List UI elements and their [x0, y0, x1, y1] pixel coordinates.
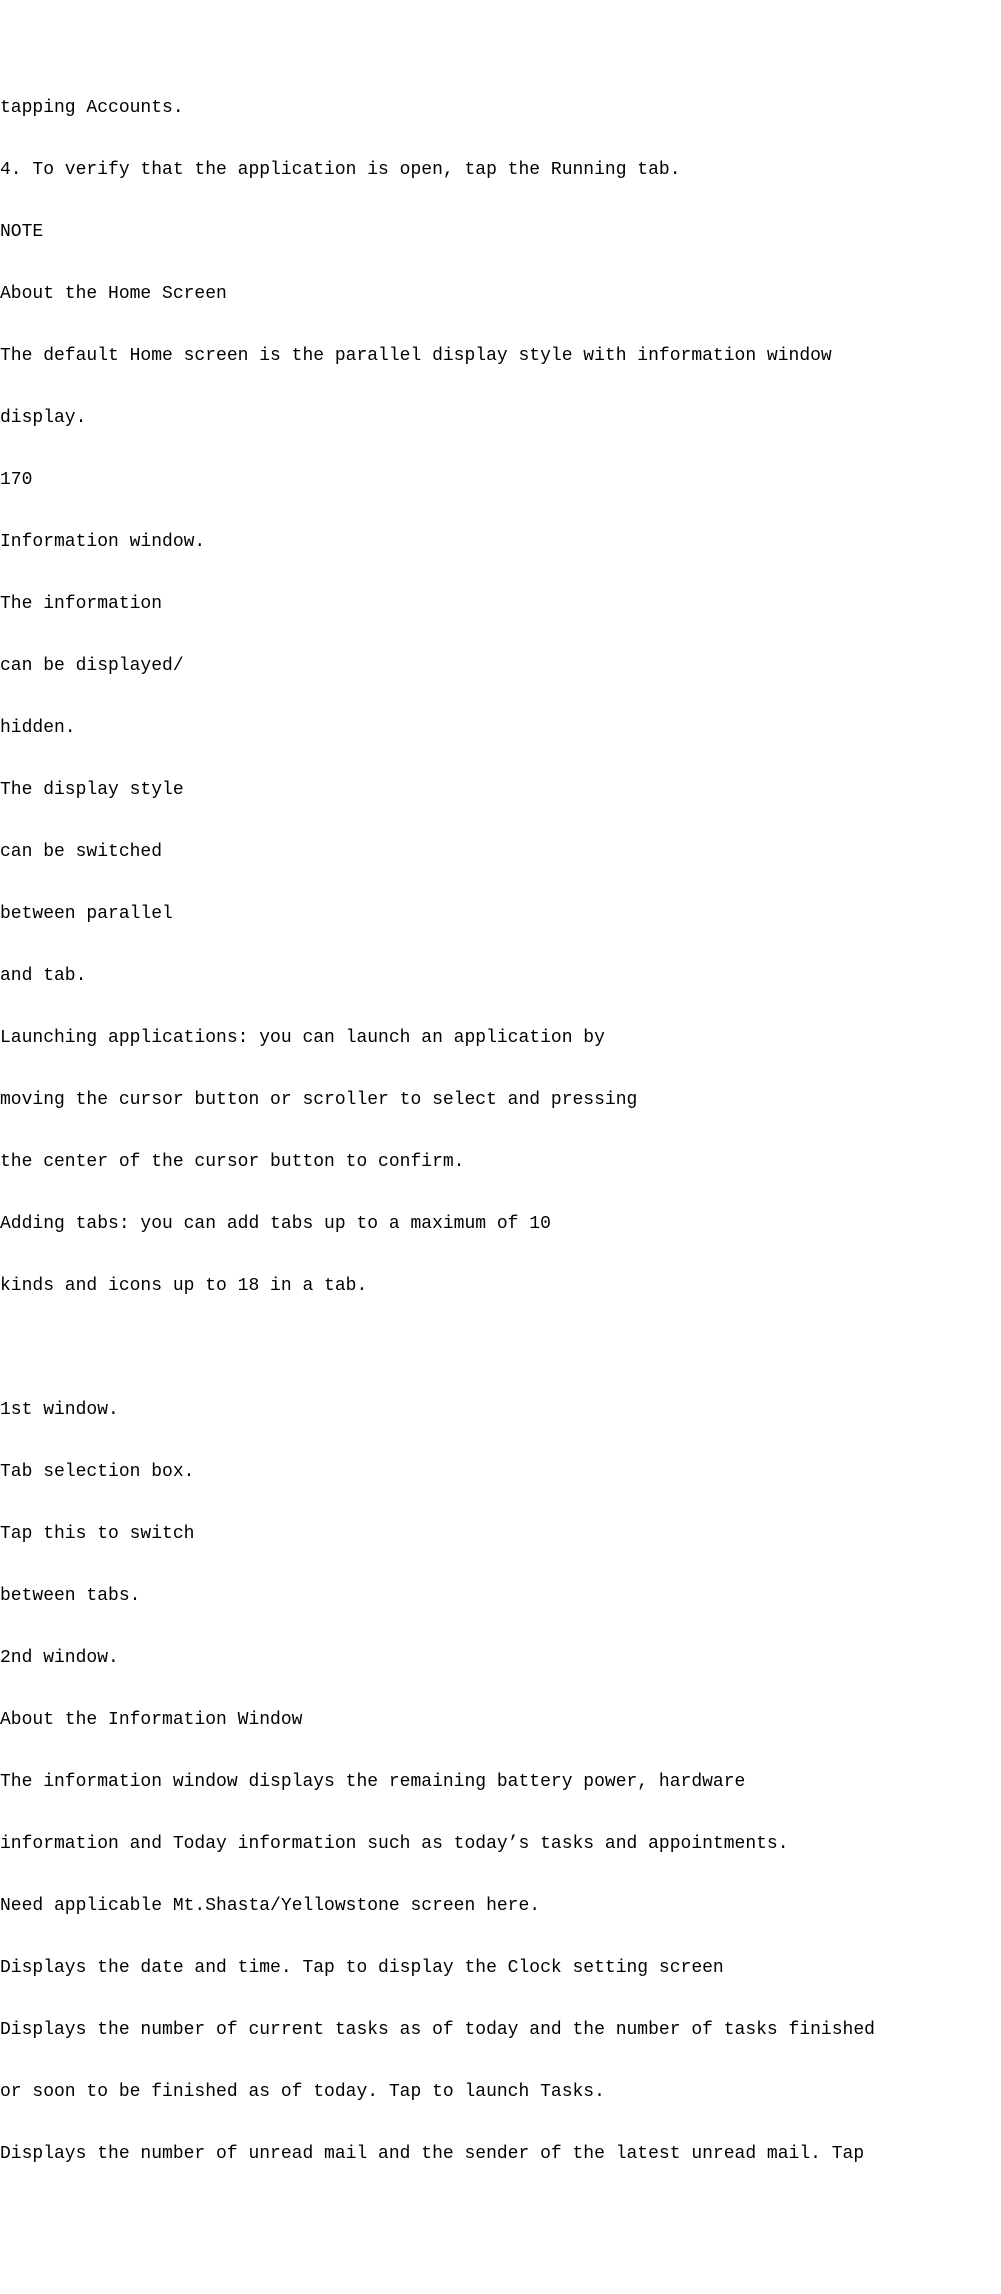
text-line: Displays the number of current tasks as …	[0, 2015, 1001, 2046]
blank-line	[0, 1333, 1001, 1364]
text-line: Need applicable Mt.Shasta/Yellowstone sc…	[0, 1891, 1001, 1922]
text-line: between tabs.	[0, 1581, 1001, 1612]
text-line: can be displayed/	[0, 651, 1001, 682]
text-line: display.	[0, 403, 1001, 434]
text-line: 170	[0, 465, 1001, 496]
text-line: Adding tabs: you can add tabs up to a ma…	[0, 1209, 1001, 1240]
text-line: About the Home Screen	[0, 279, 1001, 310]
text-line: The information	[0, 589, 1001, 620]
text-line: The information window displays the rema…	[0, 1767, 1001, 1798]
text-line: the center of the cursor button to confi…	[0, 1147, 1001, 1178]
text-line: Launching applications: you can launch a…	[0, 1023, 1001, 1054]
text-line: Tap this to switch	[0, 1519, 1001, 1550]
text-line: Tab selection box.	[0, 1457, 1001, 1488]
text-line: The display style	[0, 775, 1001, 806]
text-line: hidden.	[0, 713, 1001, 744]
text-line: 1st window.	[0, 1395, 1001, 1426]
text-line: or soon to be finished as of today. Tap …	[0, 2077, 1001, 2108]
text-line: The default Home screen is the parallel …	[0, 341, 1001, 372]
text-line: between parallel	[0, 899, 1001, 930]
text-line: information and Today information such a…	[0, 1829, 1001, 1860]
text-line: 2nd window.	[0, 1643, 1001, 1674]
text-line: 4. To verify that the application is ope…	[0, 155, 1001, 186]
text-line: About the Information Window	[0, 1705, 1001, 1736]
text-line: Displays the date and time. Tap to displ…	[0, 1953, 1001, 1984]
text-line: tapping Accounts.	[0, 93, 1001, 124]
text-line: NOTE	[0, 217, 1001, 248]
text-line: kinds and icons up to 18 in a tab.	[0, 1271, 1001, 1302]
text-line: Information window.	[0, 527, 1001, 558]
text-line: Displays the number of unread mail and t…	[0, 2139, 1001, 2170]
text-line: can be switched	[0, 837, 1001, 868]
text-line: and tab.	[0, 961, 1001, 992]
text-line: moving the cursor button or scroller to …	[0, 1085, 1001, 1116]
